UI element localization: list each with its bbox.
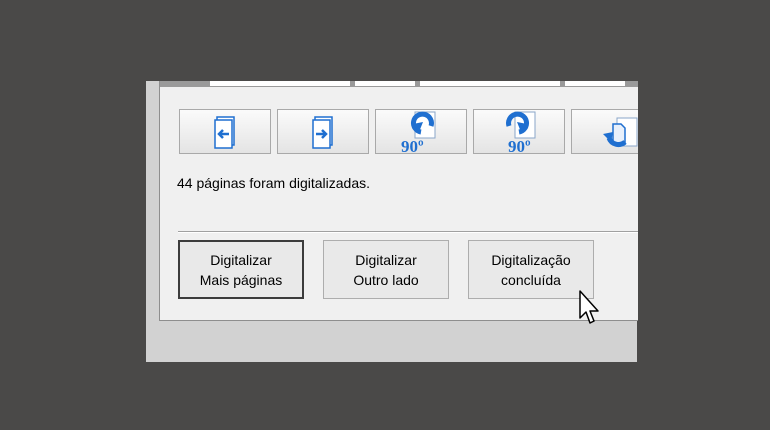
page-thumbnail[interactable] xyxy=(420,81,560,86)
rotate-left-icon: 90º xyxy=(401,111,436,154)
page-thumbnail[interactable] xyxy=(565,81,625,86)
rotate-right-90-button[interactable]: 90º xyxy=(473,109,565,154)
rotate-right-icon: 90º xyxy=(506,111,536,154)
mouse-pointer-icon xyxy=(579,290,599,324)
rotate-right-label: 90º xyxy=(508,137,531,154)
page-arrow-left-icon xyxy=(214,115,235,149)
page-thumbnail-strip[interactable] xyxy=(160,81,638,87)
scan-more-label-line1: Digitalizar xyxy=(210,251,272,268)
scan-done-button[interactable]: Digitalização concluída xyxy=(468,240,594,299)
scan-done-label-line1: Digitalização xyxy=(491,251,571,268)
page-thumbnail[interactable] xyxy=(210,81,350,86)
scan-more-label-line2: Mais páginas xyxy=(199,271,283,288)
page-thumbnail[interactable] xyxy=(355,81,415,86)
move-page-left-button[interactable] xyxy=(179,109,271,154)
scan-other-side-button[interactable]: Digitalizar Outro lado xyxy=(323,240,449,299)
pages-scanned-status: 44 páginas foram digitalizadas. xyxy=(177,175,371,191)
scan-other-side-label-line1: Digitalizar xyxy=(355,251,417,268)
scan-more-pages-button[interactable]: Digitalizar Mais páginas xyxy=(178,240,304,299)
move-page-right-button[interactable] xyxy=(277,109,369,154)
flip-page-button[interactable] xyxy=(571,109,638,154)
scan-done-label-line2: concluída xyxy=(501,271,561,288)
rotate-left-90-button[interactable]: 90º xyxy=(375,109,467,154)
page-arrow-right-icon xyxy=(312,115,333,149)
flip-page-icon xyxy=(603,117,638,147)
rotate-left-label: 90º xyxy=(401,137,424,154)
separator xyxy=(178,231,638,233)
scan-dialog: 90º 90º 44 páginas foram digitalizadas. … xyxy=(159,81,638,321)
scan-other-side-label-line2: Outro lado xyxy=(353,271,419,288)
